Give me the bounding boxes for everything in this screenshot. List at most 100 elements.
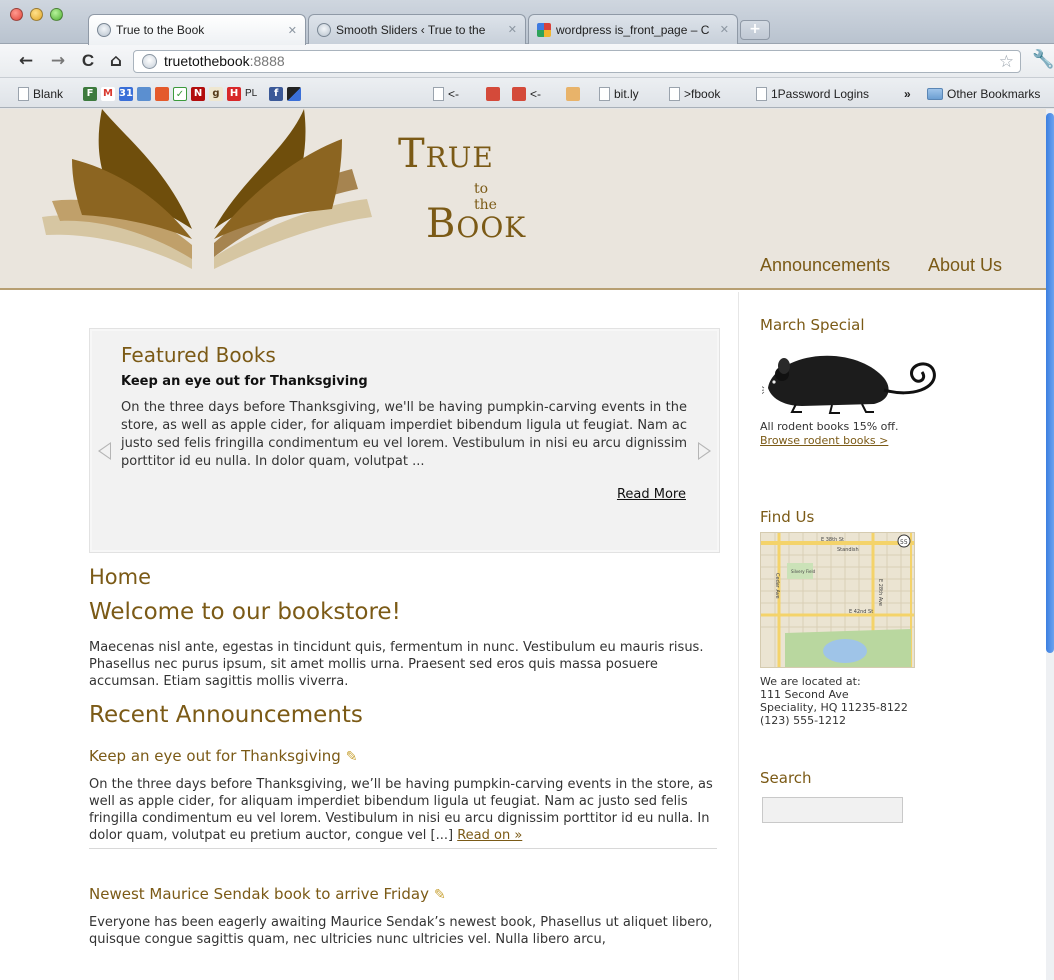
special-description: All rodent books 15% off. (760, 420, 899, 433)
open-book-logo[interactable] (42, 109, 372, 274)
bookmark-cube[interactable] (486, 86, 500, 102)
bookmark-owl[interactable] (566, 86, 580, 102)
site-title[interactable]: True to the Book (398, 131, 525, 247)
find-us-heading: Find Us (760, 508, 815, 526)
intro-paragraph: Maecenas nisl ante, egestas in tincidunt… (89, 640, 704, 689)
bookmark-label: >fbook (684, 87, 721, 101)
map-avenue-28th: E 28th Ave (877, 579, 883, 606)
edit-pencil-icon[interactable]: ✎ (346, 749, 358, 765)
address-line: We are located at: (760, 675, 861, 688)
march-special-heading: March Special (760, 316, 865, 334)
bookmark-star-icon[interactable]: ☆ (999, 51, 1014, 72)
site-header: True to the Book Announcements About Us (0, 109, 1046, 290)
tab-title: wordpress is_front_page – C (556, 22, 710, 37)
map-street-42nd: E 42nd St (849, 609, 873, 615)
bookmark-label: Blank (33, 87, 64, 101)
slider-heading: Featured Books (121, 343, 276, 367)
slider-item-title[interactable]: Keep an eye out for Thanksgiving (121, 374, 368, 389)
bookmark-bitly[interactable]: bit.ly (599, 86, 639, 102)
url-port: :8888 (249, 53, 285, 69)
url-host: truetothebook (164, 53, 250, 69)
address-line: (123) 555-1212 (760, 714, 847, 727)
scrollbar-thumb[interactable] (1046, 113, 1054, 653)
map-graphic: 55 E 38th St Standish Silvery Field E 42… (761, 533, 914, 667)
map-avenue-cedar: Cedar Ave (774, 573, 780, 599)
address-line: Speciality, HQ 11235-8122 (760, 701, 908, 714)
delicious-icon[interactable] (287, 87, 302, 101)
nav-announcements[interactable]: Announcements (760, 255, 890, 276)
pl-label[interactable]: PL (245, 86, 257, 102)
bookmark-other-bookmarks[interactable]: Other Bookmarks (927, 86, 1040, 102)
map-street-38th: E 38th St (821, 537, 844, 543)
web-page: True to the Book Announcements About Us … (0, 109, 1046, 980)
post-divider (89, 848, 717, 849)
reader-icon[interactable] (155, 87, 169, 101)
wrench-icon[interactable]: 🔧 (1032, 49, 1054, 70)
read-on-link[interactable]: Read on » (457, 828, 522, 843)
slider-prev-arrow-icon[interactable] (98, 442, 111, 460)
browse-rodent-books-link[interactable]: Browse rodent books > (760, 434, 888, 447)
search-input[interactable] (762, 797, 903, 823)
slider-next-arrow-icon[interactable] (698, 442, 711, 460)
post-title-text: Newest Maurice Sendak book to arrive Fri… (89, 885, 429, 903)
page-title: Home (89, 565, 152, 589)
minimize-window-button[interactable] (30, 8, 43, 21)
browser-toolbar: ← → C ⌂ truetothebook:8888 ☆ (0, 44, 1054, 78)
post-excerpt-text: On the three days before Thanksgiving, w… (89, 777, 713, 843)
post-title-link[interactable]: Keep an eye out for Thanksgiving ✎ (89, 747, 358, 765)
netflix-icon[interactable]: N (191, 87, 205, 101)
post-title-text: Keep an eye out for Thanksgiving (89, 747, 341, 765)
bookmark-blank[interactable]: Blank (18, 86, 63, 102)
close-window-button[interactable] (10, 8, 23, 21)
folder-icon (927, 88, 943, 100)
bookmark-back-1[interactable]: <- (433, 86, 459, 102)
tab-true-to-the-book[interactable]: True to the Book ✕ (88, 14, 306, 45)
globe-icon (142, 54, 157, 69)
bookmarks-overflow-chevron[interactable]: » (904, 86, 911, 102)
map-label-standish: Standish (837, 547, 859, 553)
docs-icon[interactable] (137, 87, 151, 101)
tab-title: Smooth Sliders ‹ True to the (336, 22, 486, 37)
read-more-link[interactable]: Read More (617, 487, 686, 502)
bookmark-label: <- (448, 87, 460, 101)
location-map[interactable]: 55 E 38th St Standish Silvery Field E 42… (760, 532, 915, 668)
bookmark-back-2[interactable]: <- (512, 86, 541, 102)
bookmark-icon-row: F M 31 ✓ N g H PL f (83, 86, 302, 102)
globe-icon (97, 23, 111, 37)
back-icon[interactable]: ← (16, 50, 36, 72)
reload-icon[interactable]: C (78, 50, 98, 72)
close-tab-icon[interactable]: ✕ (720, 23, 729, 36)
page-icon (756, 87, 767, 101)
page-scrollbar[interactable] (1046, 109, 1054, 980)
tasks-icon[interactable]: ✓ (173, 87, 187, 101)
page-icon (599, 87, 610, 101)
zoom-window-button[interactable] (50, 8, 63, 21)
calendar-icon[interactable]: 31 (119, 87, 133, 101)
bookmark-1password[interactable]: 1Password Logins (756, 86, 869, 102)
brand-book: Book (426, 201, 527, 247)
gmail-icon[interactable]: M (101, 87, 115, 101)
address-bar[interactable]: truetothebook:8888 ☆ (133, 50, 1021, 73)
edit-pencil-icon[interactable]: ✎ (434, 887, 446, 903)
welcome-heading: Welcome to our bookstore! (89, 599, 401, 625)
globe-icon (317, 22, 331, 37)
feed-icon[interactable]: F (83, 87, 97, 101)
close-tab-icon[interactable]: ✕ (288, 24, 297, 37)
recent-announcements-heading: Recent Announcements (89, 702, 363, 728)
tab-smooth-sliders[interactable]: Smooth Sliders ‹ True to the ✕ (308, 14, 526, 44)
home-icon[interactable]: ⌂ (106, 50, 126, 72)
facebook-icon[interactable]: f (269, 87, 284, 101)
sidebar-divider (738, 292, 739, 980)
new-tab-button[interactable]: + (740, 20, 770, 40)
bookmark-fbook[interactable]: >fbook (669, 86, 720, 102)
brand-true: True (398, 131, 494, 177)
map-label-park: Silvery Field (791, 569, 816, 574)
close-tab-icon[interactable]: ✕ (508, 23, 517, 36)
post-title-link[interactable]: Newest Maurice Sendak book to arrive Fri… (89, 885, 446, 903)
tab-wordpress-search[interactable]: wordpress is_front_page – C ✕ (528, 14, 738, 44)
nav-about-us[interactable]: About Us (928, 255, 1002, 276)
forward-icon[interactable]: → (48, 50, 68, 72)
search-heading: Search (760, 769, 812, 787)
goodreads-icon[interactable]: g (209, 87, 223, 101)
h-site-icon[interactable]: H (227, 87, 241, 101)
